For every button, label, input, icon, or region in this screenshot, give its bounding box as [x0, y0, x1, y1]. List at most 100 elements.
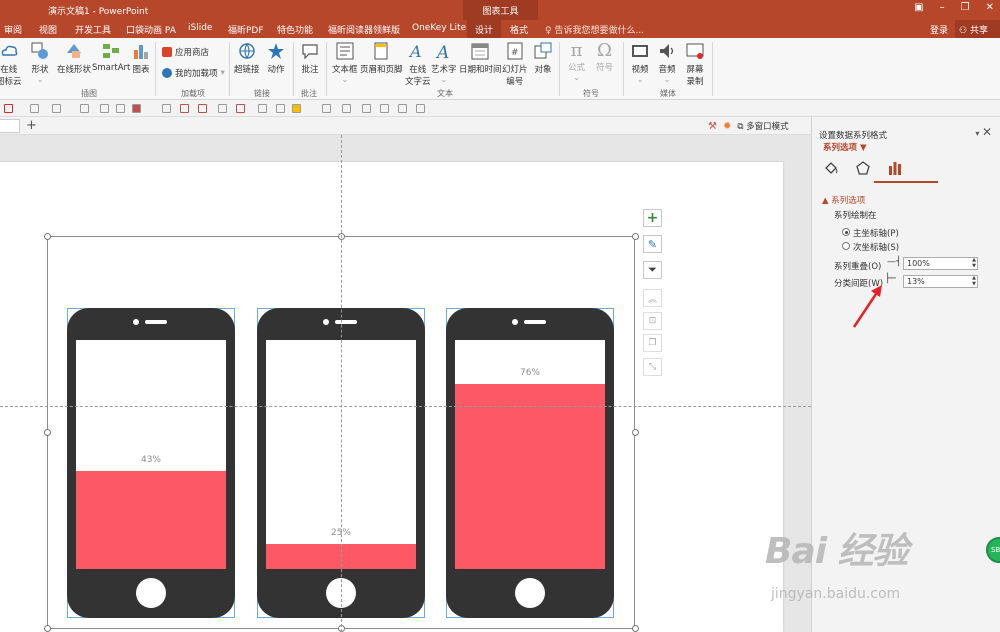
equation-button[interactable]: π 公式 ⌄	[568, 41, 585, 84]
secondary-axis-radio[interactable]	[842, 242, 850, 250]
screen-recording-button[interactable]: 屏幕 录制	[685, 41, 705, 87]
object-button[interactable]: 对象	[533, 41, 553, 75]
textbox-small-icon[interactable]	[276, 104, 285, 113]
tab-islide[interactable]: iSlide	[188, 23, 212, 33]
tab-review[interactable]: 审阅	[4, 23, 22, 36]
resize-handle[interactable]	[632, 233, 639, 240]
series-overlap-slider[interactable]: —┤	[887, 257, 901, 267]
spinner-arrows-icon[interactable]: ▲ ▼	[972, 257, 976, 269]
group-icon[interactable]	[342, 104, 351, 113]
slide-tab[interactable]	[0, 119, 20, 133]
close-icon[interactable]: ✕	[986, 2, 994, 13]
shapes-button[interactable]: 形状 ⌄	[30, 41, 50, 85]
phone-bar-1[interactable]: 43%	[67, 308, 235, 618]
chart-filters-button[interactable]: ⏷	[643, 261, 662, 279]
layout-options-button[interactable]: ︽	[643, 289, 662, 307]
chart-button[interactable]: 图表	[131, 41, 151, 75]
pen-icon[interactable]	[4, 104, 13, 113]
font-size-icon[interactable]	[52, 104, 61, 113]
online-icon-button[interactable]: 在线 图标云	[0, 41, 22, 87]
vertical-guide[interactable]	[341, 135, 342, 632]
tab-pocket-animation[interactable]: 口袋动画 PA	[126, 23, 176, 36]
align-button[interactable]: ⊡	[643, 312, 662, 330]
ribbon-display-icon[interactable]: ▣	[914, 2, 923, 13]
add-tab-button[interactable]: +	[26, 118, 37, 133]
rotate-icon[interactable]	[236, 104, 245, 113]
grid-icon[interactable]	[180, 104, 189, 113]
tab-developer[interactable]: 开发工具	[75, 23, 111, 36]
slide-number-button[interactable]: # 幻灯片 编号	[502, 41, 528, 87]
restore-icon[interactable]: ❐	[961, 2, 970, 13]
picture-icon[interactable]	[258, 104, 267, 113]
chart-styles-button[interactable]: ✎	[643, 235, 662, 253]
fill-line-tab[interactable]	[822, 159, 840, 177]
gap-width-input[interactable]: 13% ▲ ▼	[903, 275, 978, 288]
app-store-button[interactable]: 应用商店	[162, 46, 209, 58]
video-button[interactable]: 视频 ⌄	[630, 41, 650, 85]
copy-button[interactable]: ❐	[643, 334, 662, 352]
crop-icon[interactable]	[198, 104, 207, 113]
pin-icon[interactable]: ⚒	[708, 121, 717, 132]
send-back-icon[interactable]	[398, 104, 407, 113]
hyperlink-button[interactable]: 超链接	[234, 41, 260, 75]
resize-handle[interactable]	[632, 625, 639, 632]
tab-design[interactable]: 设计	[467, 20, 502, 38]
highlight-icon[interactable]	[292, 104, 301, 113]
bar-fill[interactable]	[455, 384, 605, 569]
symbol-button[interactable]: Ω 符号	[596, 41, 613, 74]
share-button[interactable]: ⚇ 共享	[955, 20, 1000, 38]
action-button[interactable]: 动作	[266, 41, 286, 75]
series-overlap-input[interactable]: 100% ▲ ▼	[903, 257, 978, 270]
minimize-icon[interactable]: –	[940, 2, 945, 13]
tab-foxit-pdf[interactable]: 福昕PDF	[228, 23, 264, 36]
align-objects-icon[interactable]	[362, 104, 371, 113]
smartart-button[interactable]: SmartArt	[92, 41, 130, 73]
tell-me-search[interactable]: ♀ 告诉我您想要做什么...	[545, 23, 644, 36]
bring-front-icon[interactable]	[380, 104, 389, 113]
resize-handle[interactable]	[44, 625, 51, 632]
online-shapes-button[interactable]: 在线形状	[57, 41, 91, 75]
header-footer-button[interactable]: 页眉和页脚	[360, 41, 403, 75]
phone-bar-3[interactable]: 76%	[446, 308, 614, 618]
bar-fill[interactable]	[76, 471, 226, 569]
chart-elements-button[interactable]: +	[643, 209, 662, 227]
online-text-button[interactable]: A 在线 文字云	[405, 41, 431, 87]
arrange-icon[interactable]	[162, 104, 171, 113]
series-options-section[interactable]: ▲ 系列选项	[822, 194, 865, 206]
tab-special[interactable]: 特色功能	[277, 23, 313, 36]
datetime-button[interactable]: 日期和时间	[459, 41, 502, 75]
series-options-tab[interactable]	[886, 159, 904, 177]
tab-format[interactable]: 格式	[510, 23, 528, 36]
fill-color-icon[interactable]	[132, 104, 141, 113]
primary-axis-radio[interactable]	[842, 228, 850, 236]
slide-canvas[interactable]: 43% 25% 76% + ✎ ⏷ ︽ ⊡ ❐ ⤡	[0, 162, 783, 632]
distribute-icon[interactable]	[218, 104, 227, 113]
textbox-button[interactable]: 文本框 ⌄	[332, 41, 358, 85]
merge-icon[interactable]	[322, 104, 331, 113]
align-right-icon[interactable]	[116, 104, 125, 113]
tab-foxit-reader[interactable]: 福昕阅读器领鲜版	[328, 23, 400, 36]
group-label-symbols: 符号	[583, 89, 599, 98]
font-icon[interactable]	[30, 104, 39, 113]
wordart-button[interactable]: A 艺术字 ⌄	[431, 41, 457, 85]
resize-button[interactable]: ⤡	[643, 358, 662, 376]
resize-handle[interactable]	[632, 429, 639, 436]
align-center-icon[interactable]	[100, 104, 109, 113]
selection-pane-icon[interactable]	[416, 104, 425, 113]
tab-view[interactable]: 视图	[39, 23, 57, 36]
horizontal-guide[interactable]	[0, 406, 811, 407]
gear-icon[interactable]: ✹	[723, 121, 731, 132]
resize-handle[interactable]	[44, 233, 51, 240]
series-options-dropdown[interactable]: 系列选项 ▼	[823, 141, 867, 153]
close-icon[interactable]: ✕	[982, 125, 992, 139]
spinner-arrows-icon[interactable]: ▲ ▼	[972, 275, 976, 287]
comment-button[interactable]: 批注	[300, 41, 320, 75]
my-addins-button[interactable]: 我的加载项 ▾	[162, 67, 225, 79]
multiwindow-button[interactable]: ⧉ 多窗口模式	[737, 120, 788, 132]
align-left-icon[interactable]	[80, 104, 89, 113]
effects-tab[interactable]	[854, 159, 872, 177]
tab-onekey[interactable]: OneKey Lite	[412, 23, 466, 33]
audio-button[interactable]: 音频 ⌄	[657, 41, 677, 85]
resize-handle[interactable]	[44, 429, 51, 436]
login-link[interactable]: 登录	[930, 23, 948, 36]
